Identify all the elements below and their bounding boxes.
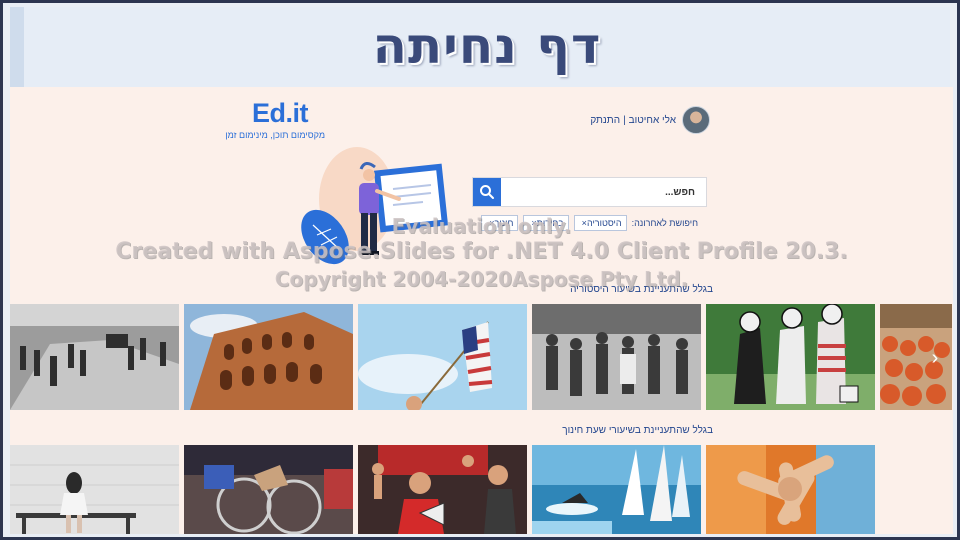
- photo-wheelchair-race: [184, 445, 353, 534]
- user-links: אלי אחיטוב|התנתק: [590, 115, 676, 126]
- photo-sad-girl-bench: [10, 445, 179, 534]
- photo-political-cartoon: [706, 304, 875, 410]
- thumbnail-row-history: [10, 304, 952, 410]
- recent-chip-history[interactable]: היסטוריה×: [573, 215, 627, 231]
- thumbnail-political-cartoon[interactable]: [706, 304, 875, 410]
- search-bar: [472, 177, 707, 207]
- photo-us-flag: [358, 304, 527, 410]
- watermark-line-3: Copyright 2004-2020Aspose Pty Ltd.: [274, 267, 689, 291]
- user-menu: אלי אחיטוב|התנתק: [590, 105, 710, 135]
- user-avatar[interactable]: [682, 106, 710, 134]
- photo-colosseum: [184, 304, 353, 410]
- watermark-line-2: Created with Aspose.Slides for .NET 4.0 …: [115, 239, 848, 264]
- chevron-right-icon[interactable]: ›: [925, 346, 945, 370]
- photo-hands-together: [706, 445, 875, 534]
- recent-searches: חיפושת לאחרונה: היסטוריה× בחירות× חינוך×: [481, 213, 698, 233]
- landing-page: Ed.it מקסימום תוכן, מינימום זמן אלי אחיט…: [10, 87, 953, 534]
- chip-label: בחירות: [536, 218, 564, 228]
- hero-illustration: [301, 147, 449, 265]
- photo-crowd-march: [532, 304, 701, 410]
- photo-protest-megaphone: [358, 445, 527, 534]
- thumbnail-sailboats[interactable]: [532, 445, 701, 534]
- slide-title: דף נחיתה: [372, 17, 602, 75]
- thumbnail-protest-megaphone[interactable]: [358, 445, 527, 534]
- site-logo[interactable]: Ed.it מקסימום תוכן, מינימום זמן: [225, 98, 325, 140]
- thumbnail-us-flag[interactable]: [358, 304, 527, 410]
- search-button[interactable]: [473, 178, 501, 206]
- recent-chip-education[interactable]: חינוך×: [481, 215, 519, 231]
- user-name[interactable]: אלי אחיטוב: [629, 115, 676, 126]
- thumbnail-soldiers-column[interactable]: [10, 304, 179, 410]
- logo-mark: Ed.it: [252, 98, 309, 128]
- slide: דף נחיתה Ed.it מקסימום תוכן, מינימום זמן…: [3, 3, 957, 537]
- search-icon: [480, 185, 494, 199]
- thumbnail-row-education: [10, 445, 875, 534]
- section-title-education: בגלל שהתעניינת בשיעורי שעת חינוך: [562, 425, 713, 436]
- recent-searches-label: חיפושת לאחרונה:: [631, 218, 698, 228]
- chip-label: היסטוריה: [586, 218, 622, 228]
- photo-soldiers-column: [10, 304, 179, 410]
- title-bar: דף נחיתה: [10, 7, 950, 87]
- recent-chip-elections[interactable]: בחירות×: [523, 215, 569, 231]
- thumbnail-wheelchair-race[interactable]: [184, 445, 353, 534]
- thumbnail-crowd-march[interactable]: [532, 304, 701, 410]
- thumbnail-sad-girl-bench[interactable]: [10, 445, 179, 534]
- thumbnail-colosseum[interactable]: [184, 304, 353, 410]
- search-input[interactable]: [503, 178, 703, 206]
- thumbnail-hands-together[interactable]: [706, 445, 875, 534]
- user-separator: |: [623, 114, 626, 126]
- photo-sailboats: [532, 445, 701, 534]
- section-title-history: בגלל שהתעניינת בשיעור היסטוריה: [570, 284, 713, 295]
- chip-label: חינוך: [494, 218, 514, 228]
- logout-link[interactable]: התנתק: [590, 115, 620, 126]
